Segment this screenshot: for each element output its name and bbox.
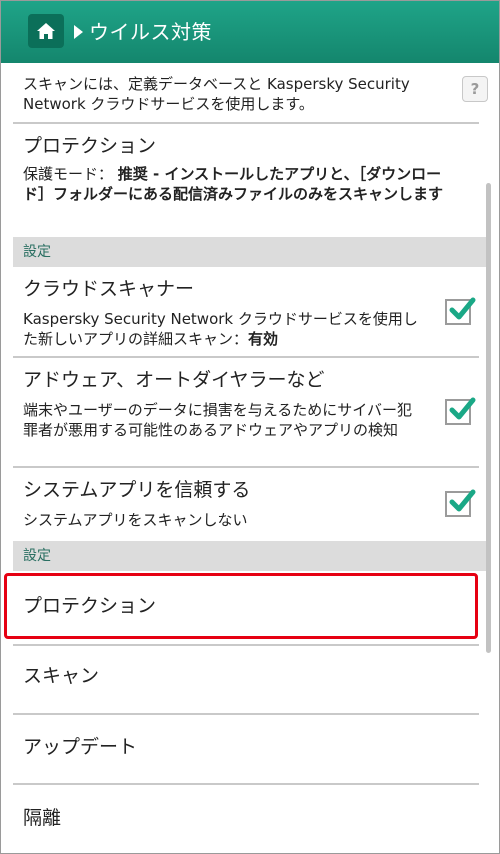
checkmark-icon — [449, 297, 476, 320]
divider — [13, 122, 479, 124]
checkmark-icon — [449, 397, 476, 420]
trust-system-apps-desc: システムアプリをスキャンしない — [23, 511, 248, 529]
cloud-scanner-desc: Kaspersky Security Network クラウドサービスを使用した… — [23, 309, 423, 349]
adware-desc: 端末やユーザーのデータに損害を与えるためにサイバー犯罪者が悪用する可能性のあるア… — [23, 401, 412, 439]
adware-checkbox[interactable] — [445, 397, 476, 425]
protection-summary-desc: 保護モード： 推奨 - インストールしたアプリと、［ダウンロード］フォルダーにあ… — [23, 164, 443, 204]
page-title: ウイルス対策 — [89, 20, 212, 44]
nav-item-scan[interactable]: スキャン — [23, 663, 99, 689]
section-header-settings: 設定 — [13, 237, 489, 267]
protection-mode-label: 保護モード： — [23, 165, 114, 183]
scan-intro-text: スキャンには、定義データベースと Kaspersky Security Netw… — [23, 75, 410, 113]
nav-item-protection[interactable]: プロテクション — [23, 593, 156, 619]
scrollbar[interactable] — [486, 183, 491, 653]
cloud-scanner-title[interactable]: クラウドスキャナー — [23, 276, 194, 302]
section-header-settings: 設定 — [13, 541, 489, 571]
checkmark-icon — [449, 489, 476, 512]
home-icon — [37, 23, 55, 39]
nav-item-quarantine[interactable]: 隔離 — [23, 805, 61, 831]
divider — [13, 713, 479, 715]
home-button[interactable] — [28, 14, 64, 48]
nav-item-update[interactable]: アップデート — [23, 734, 137, 760]
help-button[interactable]: ? — [462, 76, 488, 102]
cloud-scanner-status: 有効 — [248, 330, 279, 348]
divider — [13, 466, 479, 468]
app-header: ウイルス対策 — [1, 1, 499, 63]
protection-summary-title[interactable]: プロテクション — [23, 133, 156, 159]
divider — [13, 356, 479, 358]
cloud-scanner-checkbox[interactable] — [445, 297, 476, 325]
trust-system-apps-title[interactable]: システムアプリを信頼する — [23, 477, 250, 503]
divider — [13, 644, 479, 646]
trust-system-apps-checkbox[interactable] — [445, 489, 476, 517]
adware-title[interactable]: アドウェア、オートダイヤラーなど — [23, 367, 325, 393]
settings-list[interactable]: スキャンには、定義データベースと Kaspersky Security Netw… — [1, 63, 499, 853]
divider — [13, 783, 479, 785]
breadcrumb-arrow-icon — [74, 25, 83, 39]
cloud-scanner-desc-text: Kaspersky Security Network クラウドサービスを使用した… — [23, 310, 418, 348]
